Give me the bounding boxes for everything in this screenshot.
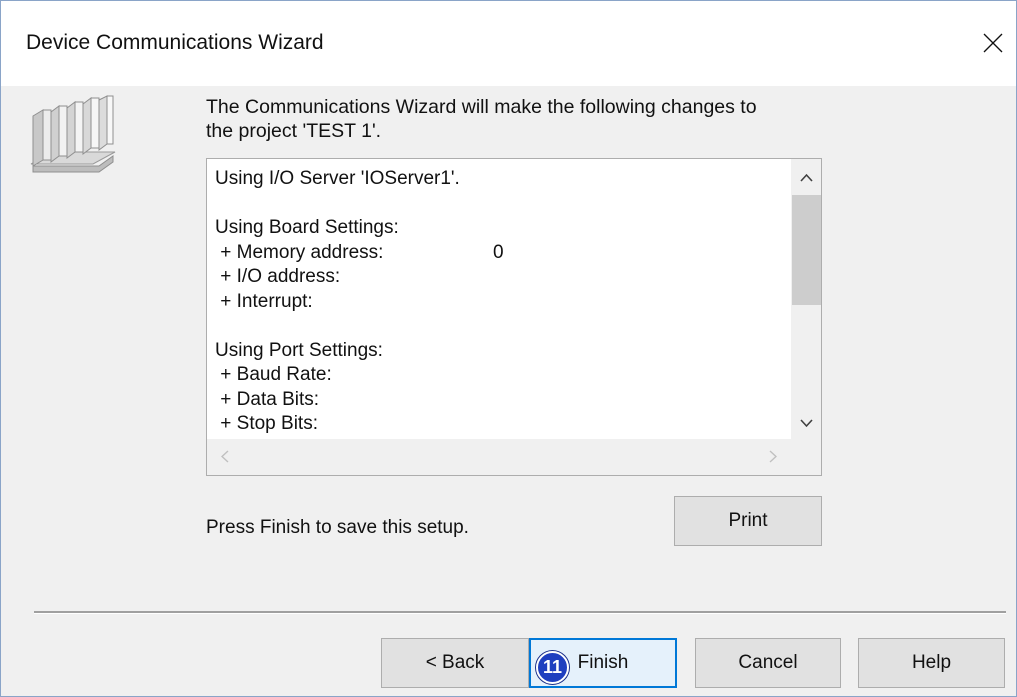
close-button[interactable] (971, 21, 1016, 66)
finish-hint-text: Press Finish to save this setup. (206, 517, 469, 538)
summary-line-text: Using Board Settings: (215, 217, 399, 238)
summary-line: Using Port Settings: (215, 339, 785, 364)
summary-line: + Baud Rate: (215, 363, 785, 388)
summary-line: Using I/O Server 'IOServer1'. (215, 167, 785, 192)
chevron-up-icon (800, 173, 813, 182)
summary-line (215, 314, 785, 339)
plc-rack-icon (23, 94, 121, 176)
vertical-scrollbar[interactable] (791, 159, 821, 439)
window-title: Device Communications Wizard (26, 31, 324, 54)
chevron-down-icon (800, 419, 813, 428)
back-button[interactable]: < Back (381, 638, 529, 688)
close-icon (983, 33, 1003, 53)
step-number-badge: 11 (536, 651, 569, 684)
intro-line-1: The Communications Wizard will make the … (206, 96, 757, 118)
memory-address-value: 0 (493, 241, 504, 263)
summary-line-text: + Interrupt: (215, 290, 313, 312)
changes-summary-box[interactable]: Using I/O Server 'IOServer1'. Using Boar… (206, 158, 822, 476)
summary-line-text: + Memory address: (215, 241, 384, 263)
intro-text: The Communications Wizard will make the … (206, 95, 846, 143)
scroll-down-button[interactable] (791, 409, 821, 439)
horizontal-scrollbar[interactable] (207, 439, 791, 475)
summary-line: + Stop Bits: (215, 412, 785, 437)
summary-line: + Data Bits: (215, 388, 785, 413)
cancel-button[interactable]: Cancel (695, 638, 841, 688)
summary-line-text: + Data Bits: (215, 388, 320, 410)
title-bar: Device Communications Wizard (1, 1, 1016, 86)
scroll-right-button[interactable] (759, 439, 789, 475)
summary-line: + Memory address: 0 (215, 241, 785, 266)
summary-line-text: + I/O address: (215, 266, 341, 287)
scroll-left-button[interactable] (211, 439, 241, 475)
summary-line-text: Using Port Settings: (215, 339, 383, 361)
chevron-left-icon (221, 450, 229, 463)
summary-line: Using Board Settings: (215, 216, 785, 241)
summary-line-text: + Baud Rate: (215, 364, 332, 385)
summary-line-text: Using I/O Server 'IOServer1'. (215, 168, 460, 189)
chevron-right-icon (769, 450, 777, 463)
separator-line (34, 611, 1006, 614)
wizard-dialog: Device Communications Wizard The Communi… (0, 0, 1017, 697)
intro-line-2: the project 'TEST 1'. (206, 120, 382, 142)
scroll-up-button[interactable] (791, 163, 821, 193)
summary-line: + Interrupt: (215, 290, 785, 315)
summary-line-text: + Stop Bits: (215, 413, 318, 434)
scroll-thumb[interactable] (792, 195, 821, 305)
summary-line: + I/O address: (215, 265, 785, 290)
scrollbar-corner (791, 439, 821, 475)
summary-line (215, 192, 785, 217)
help-button[interactable]: Help (858, 638, 1005, 688)
finish-button-label: Finish (577, 652, 629, 673)
print-button[interactable]: Print (674, 496, 822, 546)
summary-text: Using I/O Server 'IOServer1'. Using Boar… (215, 167, 785, 437)
